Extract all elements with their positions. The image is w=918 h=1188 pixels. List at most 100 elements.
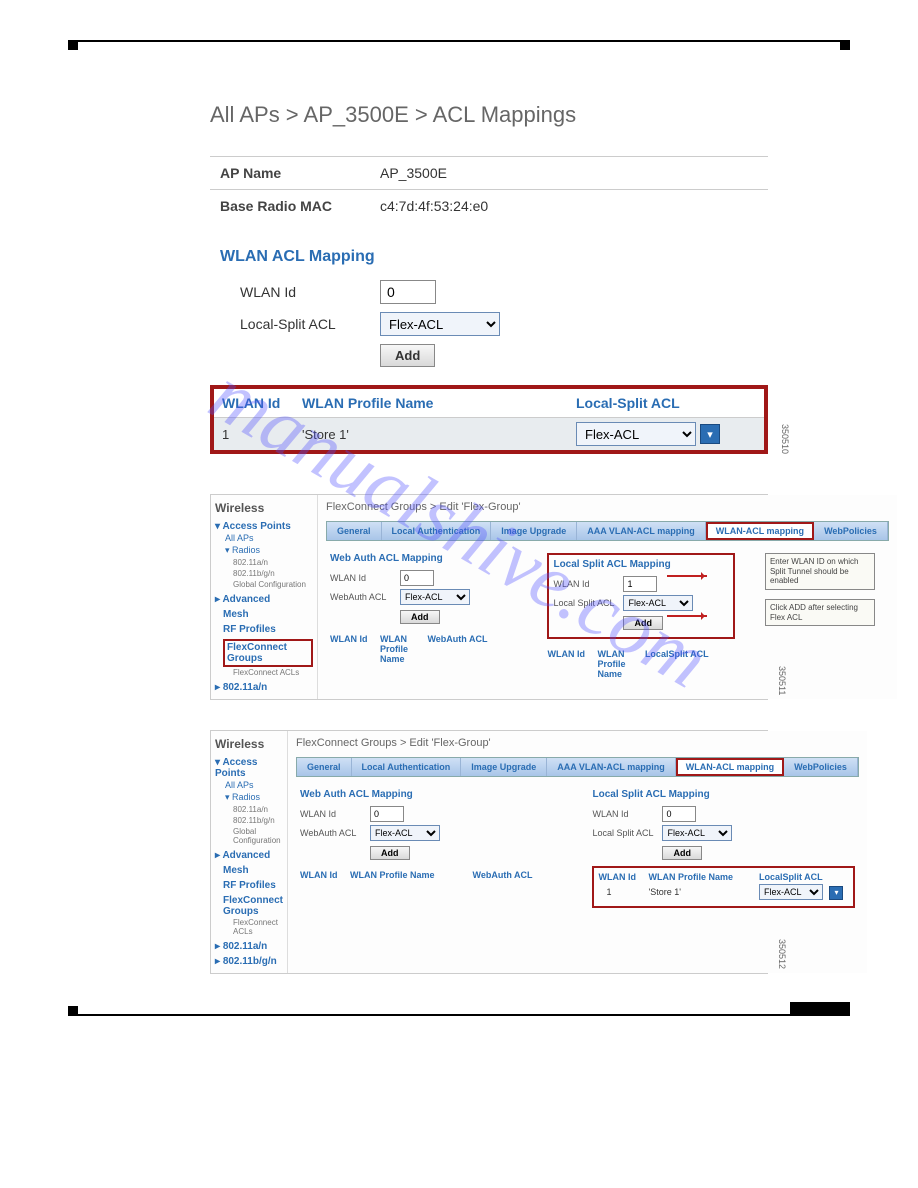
tab-general[interactable]: General	[327, 522, 382, 540]
tab-wlan-acl[interactable]: WLAN-ACL mapping	[676, 758, 784, 776]
tab-bar: General Local Authentication Image Upgra…	[296, 757, 859, 777]
sidebar-title: Wireless	[215, 501, 313, 515]
sidebar-all-aps[interactable]: All APs	[225, 779, 283, 791]
sidebar-radio-a[interactable]: 802.11a/n	[233, 804, 283, 815]
localsplit-title: Local Split ACL Mapping	[592, 789, 854, 800]
row-action-icon[interactable]: ▾	[829, 886, 843, 900]
tab-wlan-acl[interactable]: WLAN-ACL mapping	[706, 522, 814, 540]
td-ls-name: 'Store 1'	[648, 887, 758, 897]
ls-wlan-id-input[interactable]	[662, 806, 696, 822]
acl-mappings-screenshot: All APs > AP_3500E > ACL Mappings AP Nam…	[210, 102, 768, 454]
tab-image-upgrade[interactable]: Image Upgrade	[461, 758, 547, 776]
breadcrumb: All APs > AP_3500E > ACL Mappings	[210, 102, 768, 128]
ls-acl-select[interactable]: Flex-ACL	[623, 595, 693, 611]
local-split-acl-label: Local-Split ACL	[240, 316, 380, 332]
th-ls-name: WLAN Profile Name	[597, 649, 644, 679]
ls-wlan-id-label: WLAN Id	[553, 579, 623, 589]
tab-bar: General Local Authentication Image Upgra…	[326, 521, 889, 541]
webauth-acl-select[interactable]: Flex-ACL	[400, 589, 470, 605]
th-wa-acl: WebAuth ACL	[472, 870, 562, 880]
tab-local-auth[interactable]: Local Authentication	[382, 522, 492, 540]
ls-add-button[interactable]: Add	[662, 846, 702, 860]
th-ls-id: WLAN Id	[547, 649, 597, 679]
webauth-add-button[interactable]: Add	[400, 610, 440, 624]
sidebar-rf-profiles[interactable]: RF Profiles	[223, 880, 283, 891]
arrow-icon	[667, 575, 707, 577]
sidebar-global-config[interactable]: Global Configuration	[233, 579, 313, 590]
figure-number: 350510	[780, 424, 790, 454]
wlan-id-input[interactable]	[380, 280, 436, 304]
sidebar-mesh[interactable]: Mesh	[223, 609, 313, 620]
wlan-acl-table: WLAN Id WLAN Profile Name Local-Split AC…	[210, 385, 768, 454]
sidebar-radios[interactable]: ▾ Radios	[225, 544, 313, 557]
sidebar: Wireless ▾ Access Points All APs ▾ Radio…	[211, 495, 318, 699]
sidebar-radio-a[interactable]: 802.11a/n	[233, 557, 313, 568]
tab-image-upgrade[interactable]: Image Upgrade	[491, 522, 577, 540]
flexconnect-panel-3: Wireless ▾ Access Points All APs ▾ Radio…	[210, 730, 768, 974]
tab-webpolicies[interactable]: WebPolicies	[784, 758, 858, 776]
webauth-wlan-id-input[interactable]	[370, 806, 404, 822]
tab-local-auth[interactable]: Local Authentication	[352, 758, 462, 776]
sidebar-802-11b[interactable]: ▸ 802.11b/g/n	[215, 956, 283, 967]
sidebar-radios[interactable]: ▾ Radios	[225, 791, 283, 804]
wlan-id-label: WLAN Id	[240, 284, 380, 300]
webauth-wlan-id-input[interactable]	[400, 570, 434, 586]
ls-acl-label: Local Split ACL	[592, 828, 662, 838]
sidebar-flexconnect-groups[interactable]: FlexConnect Groups	[223, 639, 313, 667]
arrow-icon	[667, 615, 707, 617]
th-wa-id: WLAN Id	[300, 870, 350, 880]
local-split-acl-select[interactable]: Flex-ACL	[380, 312, 500, 336]
th-ls-name: WLAN Profile Name	[648, 872, 758, 882]
sidebar-mesh[interactable]: Mesh	[223, 865, 283, 876]
tab-aaa-vlan-acl[interactable]: AAA VLAN-ACL mapping	[577, 522, 706, 540]
figure-number: 350511	[777, 666, 787, 695]
sidebar-global-config[interactable]: Global Configuration	[233, 826, 283, 846]
webauth-acl-select[interactable]: Flex-ACL	[370, 825, 440, 841]
row-acl-select[interactable]: Flex-ACL	[576, 422, 696, 446]
tab-general[interactable]: General	[297, 758, 352, 776]
webauth-title: Web Auth ACL Mapping	[330, 553, 517, 564]
flexconnect-panel-2: Wireless ▾ Access Points All APs ▾ Radio…	[210, 494, 768, 700]
th-wa-id: WLAN Id	[330, 634, 380, 664]
sidebar-rf-profiles[interactable]: RF Profiles	[223, 624, 313, 635]
sidebar-radio-b[interactable]: 802.11b/g/n	[233, 568, 313, 579]
localsplit-col: Local Split ACL Mapping WLAN Id Local Sp…	[592, 789, 854, 908]
tab-aaa-vlan-acl[interactable]: AAA VLAN-ACL mapping	[547, 758, 676, 776]
th-profile-name: WLAN Profile Name	[302, 395, 576, 411]
table-row: 1 'Store 1' Flex-ACL ▾	[214, 418, 764, 450]
sidebar-802-11a[interactable]: ▸ 802.11a/n	[215, 941, 283, 952]
webauth-add-button[interactable]: Add	[370, 846, 410, 860]
localsplit-title: Local Split ACL Mapping	[553, 559, 728, 570]
sidebar-flexconnect-acls[interactable]: FlexConnect ACLs	[233, 667, 313, 678]
ls-wlan-id-input[interactable]	[623, 576, 657, 592]
sidebar-advanced[interactable]: ▸ Advanced	[215, 850, 283, 861]
th-local-split-acl: Local-Split ACL	[576, 395, 756, 411]
webauth-acl-label: WebAuth ACL	[330, 592, 400, 602]
ap-name-row: AP Name AP_3500E	[210, 156, 768, 189]
callout-add: Click ADD after selecting Flex ACL	[765, 599, 875, 626]
ls-acl-label: Local Split ACL	[553, 598, 623, 608]
sidebar-flexconnect-groups[interactable]: FlexConnect Groups	[223, 895, 283, 917]
webauth-wlan-id-label: WLAN Id	[300, 809, 370, 819]
sidebar-radio-b[interactable]: 802.11b/g/n	[233, 815, 283, 826]
ap-name-value: AP_3500E	[380, 165, 447, 181]
ls-acl-select[interactable]: Flex-ACL	[662, 825, 732, 841]
sidebar-title: Wireless	[215, 737, 283, 751]
sidebar-access-points[interactable]: ▾ Access Points	[215, 521, 313, 532]
sidebar-flexconnect-acls[interactable]: FlexConnect ACLs	[233, 917, 283, 937]
sidebar-advanced[interactable]: ▸ Advanced	[215, 594, 313, 605]
webauth-col: Web Auth ACL Mapping WLAN Id WebAuth ACL…	[300, 789, 562, 908]
add-button[interactable]: Add	[380, 344, 435, 367]
th-ls-acl: LocalSplit ACL	[759, 872, 849, 882]
sidebar-all-aps[interactable]: All APs	[225, 532, 313, 544]
sidebar-access-points[interactable]: ▾ Access Points	[215, 757, 283, 779]
row-acl-select[interactable]: Flex-ACL	[759, 884, 823, 900]
th-ls-id: WLAN Id	[598, 872, 648, 882]
tab-webpolicies[interactable]: WebPolicies	[814, 522, 888, 540]
ls-add-button[interactable]: Add	[623, 616, 663, 630]
row-action-icon[interactable]: ▾	[700, 424, 720, 444]
sidebar-802-11a[interactable]: ▸ 802.11a/n	[215, 682, 313, 693]
td-ls-id: 1	[598, 887, 648, 897]
webauth-wlan-id-label: WLAN Id	[330, 573, 400, 583]
th-wa-name: WLAN Profile Name	[350, 870, 472, 880]
